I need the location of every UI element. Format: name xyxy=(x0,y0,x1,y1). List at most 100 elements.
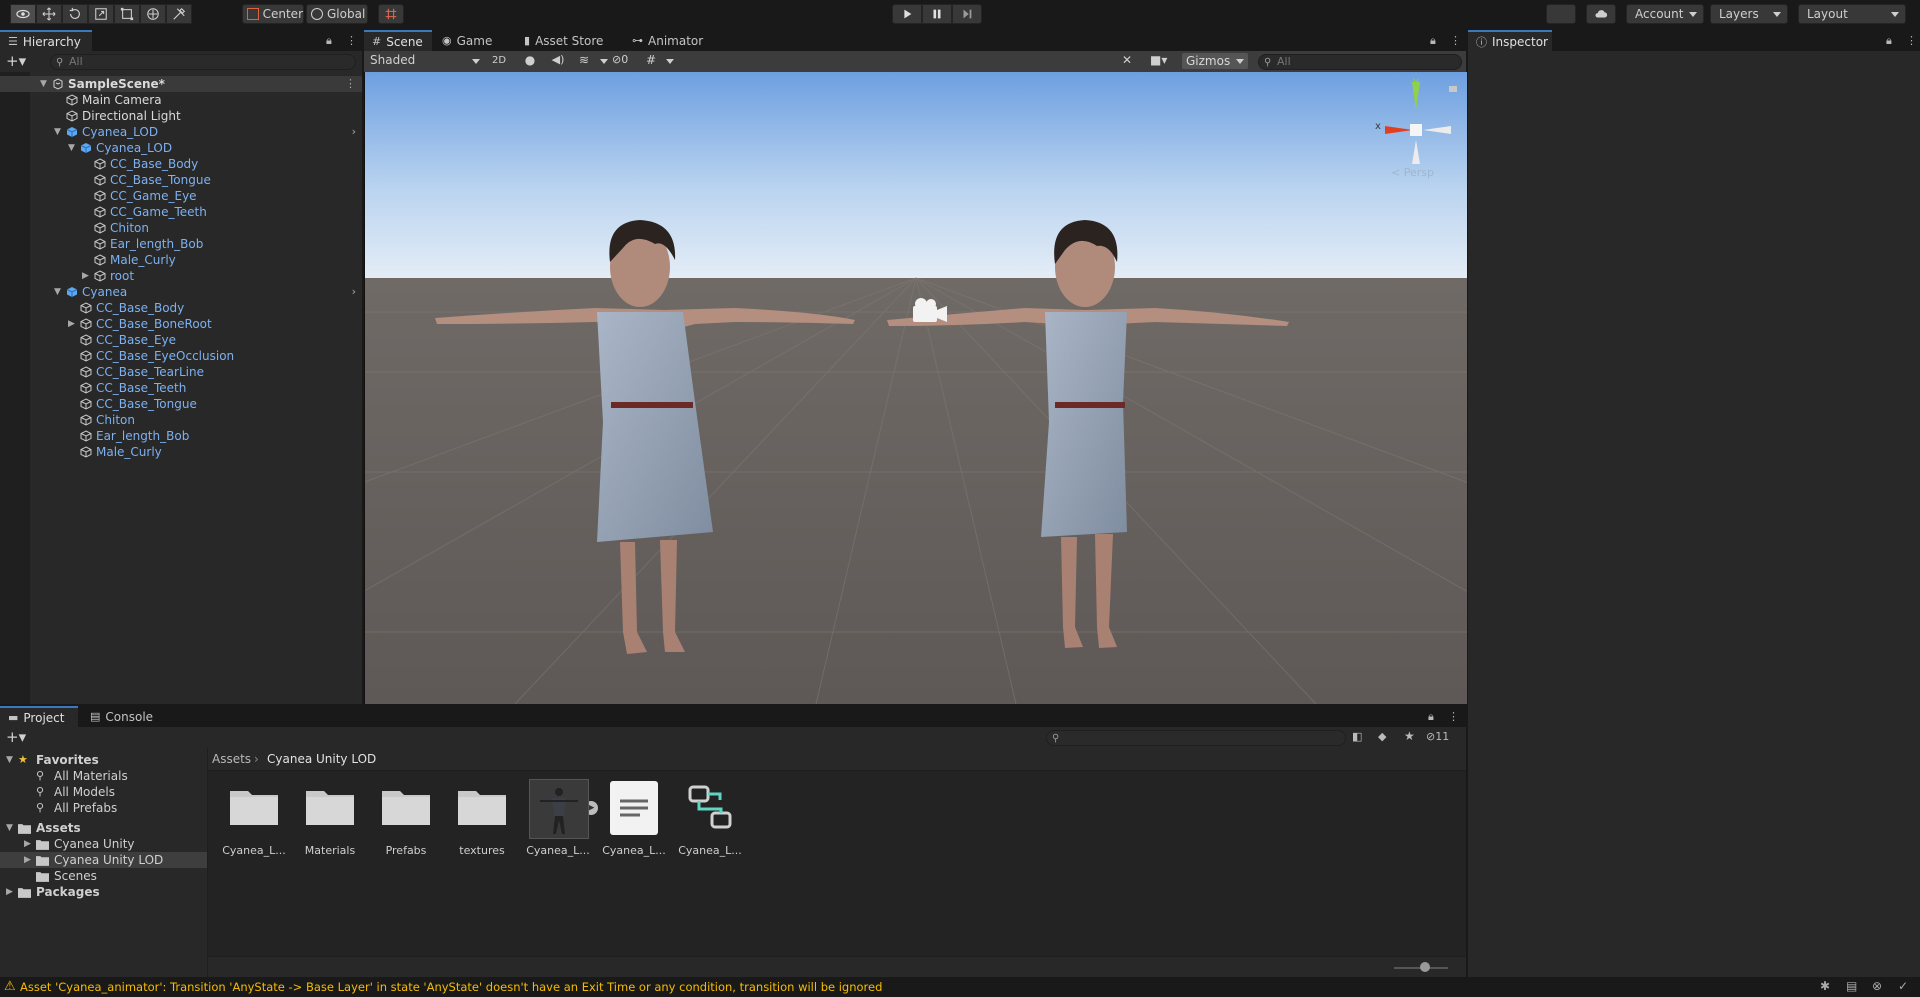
perspective-label[interactable]: < Persp xyxy=(1391,166,1434,179)
chevron-down-icon[interactable] xyxy=(666,59,674,64)
asset-item[interactable]: Materials xyxy=(296,775,364,861)
hierarchy-item[interactable]: CC_Base_Eye xyxy=(0,332,362,348)
lock-icon[interactable]: 🔒︎ xyxy=(1430,34,1436,48)
hierarchy-item[interactable]: CC_Base_TearLine xyxy=(0,364,362,380)
custom-tool-button[interactable] xyxy=(166,4,192,24)
tab-game[interactable]: ◉ Game xyxy=(434,30,498,51)
status-message[interactable]: Asset 'Cyanea_animator': Transition 'Any… xyxy=(20,980,882,994)
project-tree-item[interactable]: Scenes xyxy=(0,868,207,884)
pause-button[interactable] xyxy=(922,4,952,24)
project-tree-item[interactable]: ⚲ All Prefabs xyxy=(0,800,207,816)
hierarchy-item[interactable]: ▶ CC_Base_BoneRoot xyxy=(0,316,362,332)
hierarchy-search-input[interactable]: ⚲ All xyxy=(50,54,356,70)
hierarchy-item[interactable]: ▼ Cyanea_LOD xyxy=(0,140,362,156)
step-button[interactable] xyxy=(952,4,982,24)
hierarchy-item[interactable]: ▶ root xyxy=(0,268,362,284)
chevron-down-icon[interactable] xyxy=(600,59,608,64)
camera-dropdown[interactable]: ■▾ xyxy=(1150,53,1178,69)
more-options-icon[interactable]: ⋮ xyxy=(1448,710,1459,723)
check-icon[interactable]: ✓ xyxy=(1898,979,1908,993)
lock-icon[interactable]: 🔒︎ xyxy=(326,34,332,48)
view-tool-button[interactable] xyxy=(10,4,36,24)
layers-dropdown[interactable]: Layers xyxy=(1710,4,1788,24)
hierarchy-item[interactable]: CC_Base_Tongue xyxy=(0,396,362,412)
grid-snap-button[interactable] xyxy=(378,4,404,24)
move-tool-button[interactable] xyxy=(36,4,62,24)
more-options-icon[interactable]: ⋮ xyxy=(1906,34,1917,47)
hierarchy-item[interactable]: ▼ Cyanea_LOD › xyxy=(0,124,362,140)
tab-asset-store[interactable]: ▮ Asset Store xyxy=(516,30,612,51)
hidden-packages-toggle[interactable]: ⊘11 xyxy=(1426,730,1449,743)
collab-button[interactable] xyxy=(1546,4,1576,24)
tab-console[interactable]: ▤ Console xyxy=(82,706,162,727)
hidden-objects-toggle[interactable]: ⊘0 xyxy=(612,53,642,69)
scale-tool-button[interactable] xyxy=(88,4,114,24)
hierarchy-item[interactable]: ▼ Cyanea › xyxy=(0,284,362,300)
hierarchy-item[interactable]: CC_Base_Tongue xyxy=(0,172,362,188)
fold-open-icon[interactable]: ▼ xyxy=(6,752,13,768)
breadcrumb-current[interactable]: Cyanea Unity LOD xyxy=(267,748,376,770)
hierarchy-item[interactable]: CC_Base_Teeth xyxy=(0,380,362,396)
fold-closed-icon[interactable]: ▶ xyxy=(68,316,78,332)
grid-toggle[interactable]: # xyxy=(646,53,664,69)
scene-tools-button[interactable]: ✕ xyxy=(1122,53,1140,69)
project-tree-item[interactable]: ▼ ★ Favorites xyxy=(0,752,207,768)
more-options-icon[interactable]: ⋮ xyxy=(1450,34,1461,47)
search-by-type-icon[interactable]: ◧ xyxy=(1352,730,1362,743)
hierarchy-item[interactable]: Directional Light xyxy=(0,108,362,124)
hierarchy-item[interactable]: CC_Game_Eye xyxy=(0,188,362,204)
asset-item[interactable]: Cyanea_L... xyxy=(676,775,744,861)
project-search-input[interactable]: ⚲ xyxy=(1046,730,1346,746)
lighting-toggle[interactable]: ● xyxy=(520,53,540,69)
transform-tool-button[interactable] xyxy=(140,4,166,24)
hierarchy-item[interactable]: Ear_length_Bob xyxy=(0,428,362,444)
asset-item[interactable]: textures xyxy=(448,775,516,861)
fold-closed-icon[interactable]: ▶ xyxy=(82,268,92,284)
lock-icon[interactable]: 🔒︎ xyxy=(1886,34,1892,48)
layout-dropdown[interactable]: Layout xyxy=(1798,4,1906,24)
fold-open-icon[interactable]: ▼ xyxy=(54,284,64,300)
asset-item[interactable]: Prefabs xyxy=(372,775,440,861)
hierarchy-scene-root[interactable]: ▼ SampleScene* ⋮ xyxy=(0,76,362,92)
fold-closed-icon[interactable]: ▶ xyxy=(6,884,13,900)
debug-icon[interactable]: ✱ xyxy=(1820,979,1830,993)
scene-viewport[interactable]: y x < Persp xyxy=(364,72,1467,704)
hierarchy-item[interactable]: CC_Base_Body xyxy=(0,300,362,316)
project-tree-item[interactable]: ⚲ All Materials xyxy=(0,768,207,784)
hierarchy-item[interactable]: Main Camera xyxy=(0,92,362,108)
zoom-slider-handle[interactable] xyxy=(1420,962,1430,972)
fold-open-icon[interactable]: ▼ xyxy=(54,124,64,140)
project-tree-item[interactable]: ▼ Assets xyxy=(0,820,207,836)
asset-item[interactable]: ▶ Cyanea_L... xyxy=(524,775,598,861)
fold-closed-icon[interactable]: ▶ xyxy=(24,852,31,868)
add-icon[interactable]: +▾ xyxy=(6,52,26,70)
label-icon[interactable]: ◆ xyxy=(1378,730,1386,743)
project-tree-item[interactable]: ▶ Cyanea Unity xyxy=(0,836,207,852)
pivot-center-button[interactable]: Center xyxy=(242,4,304,24)
fold-open-icon[interactable]: ▼ xyxy=(6,820,13,836)
tab-scene[interactable]: # Scene xyxy=(364,30,432,51)
open-prefab-arrow-icon[interactable]: › xyxy=(352,124,356,140)
more-options-icon[interactable]: ⋮ xyxy=(346,34,357,47)
play-button[interactable] xyxy=(892,4,922,24)
hierarchy-item[interactable]: CC_Game_Teeth xyxy=(0,204,362,220)
account-dropdown[interactable]: Account xyxy=(1626,4,1704,24)
gizmos-dropdown[interactable]: Gizmos xyxy=(1182,53,1248,69)
project-tree-item[interactable]: ⚲ All Models xyxy=(0,784,207,800)
hierarchy-item[interactable]: Male_Curly xyxy=(0,444,362,460)
fold-open-icon[interactable]: ▼ xyxy=(68,140,78,156)
more-options-icon[interactable]: ⋮ xyxy=(345,76,356,92)
star-icon[interactable]: ★ xyxy=(1404,729,1415,743)
cloud-button[interactable] xyxy=(1586,4,1616,24)
hierarchy-item[interactable]: Chiton xyxy=(0,412,362,428)
hierarchy-item[interactable]: Ear_length_Bob xyxy=(0,236,362,252)
asset-item[interactable]: Cyanea_L... xyxy=(600,775,668,861)
hierarchy-item[interactable]: Chiton xyxy=(0,220,362,236)
breadcrumb-assets[interactable]: Assets xyxy=(212,748,251,770)
shading-mode-dropdown[interactable]: Shaded xyxy=(366,53,484,69)
fold-closed-icon[interactable]: ▶ xyxy=(24,836,31,852)
hierarchy-item[interactable]: CC_Base_Body xyxy=(0,156,362,172)
pivot-global-button[interactable]: Global xyxy=(306,4,368,24)
hierarchy-item[interactable]: CC_Base_EyeOcclusion xyxy=(0,348,362,364)
fold-open-icon[interactable]: ▼ xyxy=(40,76,50,92)
